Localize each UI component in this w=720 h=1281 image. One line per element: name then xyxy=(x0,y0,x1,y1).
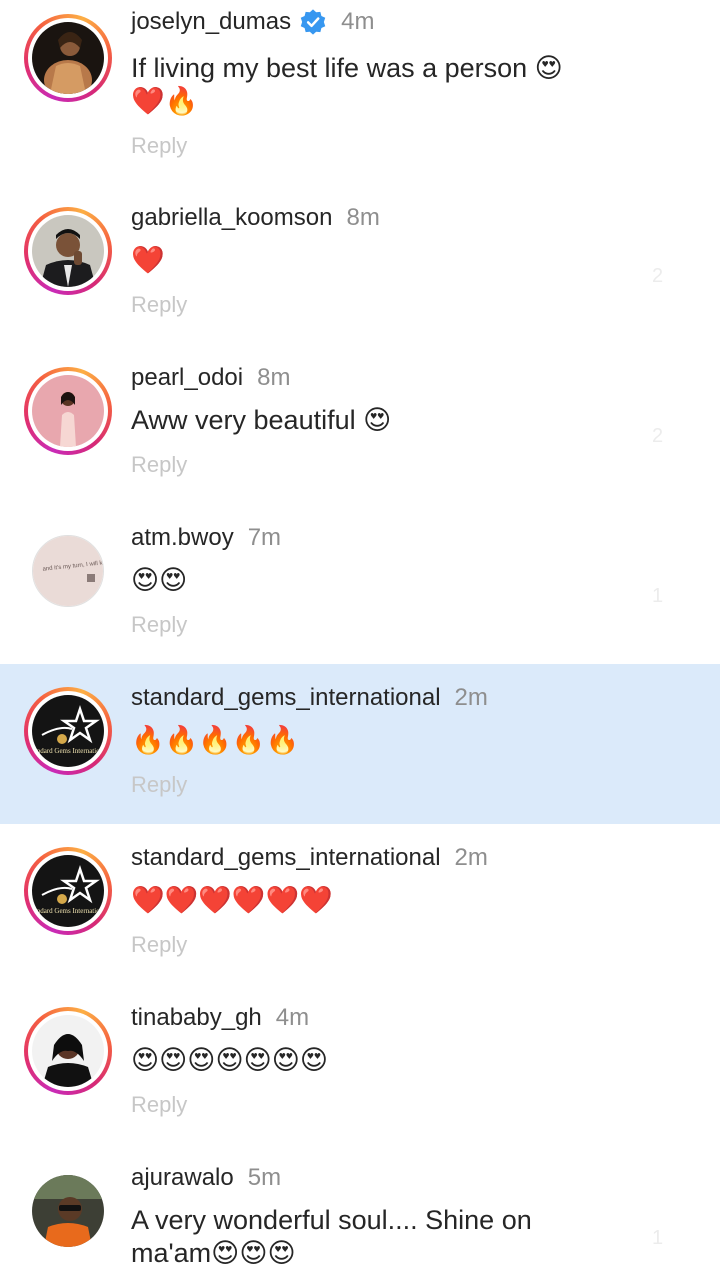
comment-username[interactable]: ajurawalo xyxy=(131,1164,234,1192)
avatar-story-ring[interactable] xyxy=(24,367,112,455)
comment-time: 2m xyxy=(454,844,488,871)
comment-text: Aww very beautiful 😍 xyxy=(131,405,392,435)
comment-username[interactable]: pearl_odoi xyxy=(131,364,243,392)
avatar-story-ring[interactable]: Standard Gems International xyxy=(24,687,112,775)
comments-list: joselyn_dumas 4m If living my best life … xyxy=(0,0,720,1281)
avatar xyxy=(32,22,104,94)
comment-item-highlighted: Standard Gems International standard_gem… xyxy=(0,664,720,824)
avatar-story-ring[interactable] xyxy=(24,14,112,102)
reply-button[interactable]: Reply xyxy=(131,133,187,159)
avatar-logo-text: Standard Gems International xyxy=(32,907,104,915)
comment-username[interactable]: gabriella_koomson xyxy=(131,204,332,232)
comment-time: 5m xyxy=(247,1164,282,1191)
like-count[interactable]: 1 xyxy=(652,585,663,608)
reply-button[interactable]: Reply xyxy=(131,772,187,798)
comment-username[interactable]: standard_gems_international xyxy=(131,844,441,872)
avatar-no-story[interactable] xyxy=(24,1167,112,1255)
comment-text: ❤️❤️❤️❤️❤️❤️ xyxy=(131,885,333,915)
comment-username[interactable]: joselyn_dumas xyxy=(131,8,291,36)
comment-text: ❤️ xyxy=(131,245,165,275)
comment-time: 4m xyxy=(275,1004,310,1031)
like-count[interactable]: 1 xyxy=(652,1227,663,1250)
comment-text: If living my best life was a person 😍 ❤️… xyxy=(131,53,563,116)
avatar xyxy=(32,375,104,447)
comment-text: 🔥🔥🔥🔥🔥 xyxy=(131,725,300,755)
avatar: Standard Gems International xyxy=(32,855,104,927)
comment-item: and it's my turn, I will keep clapping f… xyxy=(0,512,720,672)
comment-item: Standard Gems International standard_gem… xyxy=(0,832,720,992)
avatar-logo-text: Standard Gems International xyxy=(32,747,104,755)
avatar: and it's my turn, I will keep clapping f… xyxy=(32,535,104,607)
comment-item: pearl_odoi 8m Aww very beautiful 😍 Reply… xyxy=(0,352,720,512)
comment-username[interactable]: atm.bwoy xyxy=(131,524,234,552)
reply-button[interactable]: Reply xyxy=(131,612,187,638)
avatar xyxy=(32,1015,104,1087)
avatar xyxy=(32,215,104,287)
reply-button[interactable]: Reply xyxy=(131,932,187,958)
comment-time: 7m xyxy=(247,524,282,551)
reply-button[interactable]: Reply xyxy=(131,452,187,478)
reply-button[interactable]: Reply xyxy=(131,1092,187,1118)
avatar-story-ring[interactable]: Standard Gems International xyxy=(24,847,112,935)
reply-button[interactable]: Reply xyxy=(131,292,187,318)
verified-badge-icon xyxy=(300,9,326,35)
comment-text: 😍😍 xyxy=(131,565,188,595)
comment-time: 2m xyxy=(454,684,488,711)
comment-time: 8m xyxy=(257,364,291,391)
comment-username[interactable]: standard_gems_international xyxy=(131,684,441,712)
comment-item: joselyn_dumas 4m If living my best life … xyxy=(0,0,720,160)
comment-item: ajurawalo 5m A very wonderful soul.... S… xyxy=(0,1152,720,1281)
avatar-no-story[interactable]: and it's my turn, I will keep clapping f… xyxy=(24,527,112,615)
like-count[interactable]: 2 xyxy=(652,265,663,288)
comment-item: gabriella_koomson 8m ❤️ Reply 2 xyxy=(0,192,720,352)
avatar-story-ring[interactable] xyxy=(24,1007,112,1095)
avatar-story-ring[interactable] xyxy=(24,207,112,295)
comment-text: A very wonderful soul.... Shine on ma'am… xyxy=(131,1205,532,1268)
avatar: Standard Gems International xyxy=(32,695,104,767)
comment-username[interactable]: tinababy_gh xyxy=(131,1004,262,1032)
avatar xyxy=(32,1175,104,1247)
comment-text: 😍😍😍😍😍😍😍 xyxy=(131,1045,329,1075)
comment-time: 4m xyxy=(341,8,375,35)
comment-time: 8m xyxy=(346,204,380,231)
comment-item: tinababy_gh 4m 😍😍😍😍😍😍😍 Reply xyxy=(0,992,720,1152)
like-count[interactable]: 2 xyxy=(652,425,663,448)
